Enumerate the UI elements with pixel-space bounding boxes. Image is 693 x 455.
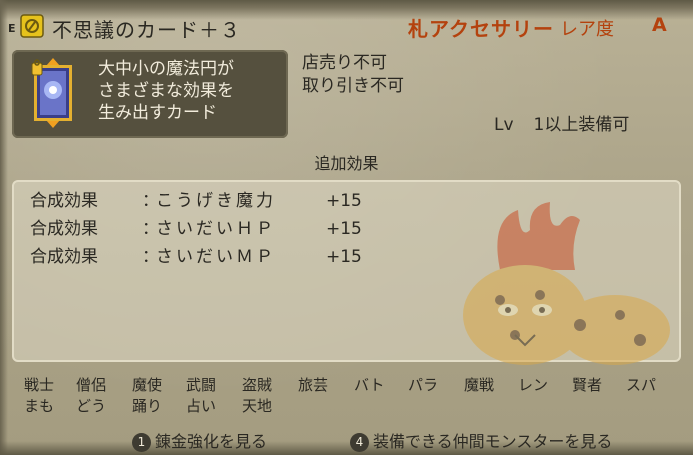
description-line: 生み出すカード [98, 103, 217, 123]
effect-value: +15 [326, 247, 362, 267]
item-name: 不思議のカード＋３ [52, 18, 241, 42]
view-alchemy-button[interactable]: 1 錬金強化を見る [132, 428, 267, 452]
effect-label: 合成効果 [30, 191, 98, 211]
job-label: 天地 [242, 397, 273, 415]
job-label: 魔使 [132, 376, 163, 394]
effect-name: こうげき魔力 [156, 191, 276, 211]
job-label: スパ [626, 376, 657, 394]
job-label: まも [24, 397, 55, 415]
trade-status: 取り引き不可 [302, 76, 404, 96]
button-1-icon: 1 [132, 433, 151, 452]
description-line: さまざまな効果を [98, 81, 234, 101]
job-label: 盗賊 [242, 376, 273, 394]
accessory-ring-icon [20, 14, 44, 38]
job-label: 旅芸 [298, 376, 329, 394]
effect-row: 合成効果 ：こうげき魔力 +15 [30, 186, 362, 211]
job-label: 武闘 [186, 376, 217, 394]
lv-label: Lv [494, 115, 514, 135]
effect-label: 合成効果 [30, 247, 98, 267]
job-label: パラ [408, 376, 439, 394]
job-label: バト [354, 376, 385, 394]
job-label: レン [518, 376, 549, 394]
jobs-row: まも どう 踊り 占い 天地 [14, 395, 684, 416]
frame-left [0, 0, 8, 455]
effect-row: 合成効果 ：さいだいＨＰ +15 [30, 214, 362, 239]
effect-value: +15 [326, 219, 362, 239]
effect-value: +15 [326, 191, 362, 211]
extra-effects-title: 追加効果 [314, 154, 379, 173]
job-label: 占い [186, 397, 217, 415]
shop-sell-status: 店売り不可 [302, 53, 387, 73]
job-label: 戦士 [24, 376, 55, 394]
monster-illustration [463, 202, 670, 365]
job-label: 僧侶 [76, 376, 107, 394]
level-requirement: 1以上装備可 [533, 115, 630, 135]
job-label: 魔戦 [464, 376, 495, 394]
trade-info: 店売り不可 取り引き不可 [302, 52, 404, 98]
effect-label: 合成効果 [30, 219, 98, 239]
equippable-jobs: 戦士 僧侶 魔使 武闘 盗賊 旅芸 バト パラ 魔戦 レン 賢者 スパ まも ど… [14, 374, 684, 416]
job-label: どう [76, 397, 107, 415]
button-4-icon: 4 [350, 433, 369, 452]
card-description: 大中小の魔法円が さまざまな効果を 生み出すカード [98, 58, 284, 124]
effect-colon: ： [142, 191, 159, 211]
rarity-grade: A [652, 14, 667, 36]
view-alchemy-label: 錬金強化を見る [155, 432, 268, 451]
effect-name: さいだいＭＰ [156, 247, 276, 267]
view-monsters-button[interactable]: 4 装備できる仲間モンスターを見る [350, 428, 612, 452]
rarity-label: レア度 [560, 19, 614, 40]
effect-colon: ： [142, 219, 159, 239]
description-line: 大中小の魔法円が [98, 59, 234, 79]
card-icon [31, 58, 72, 128]
equipped-marker: E [8, 22, 16, 35]
jobs-row: 戦士 僧侶 魔使 武闘 盗賊 旅芸 バト パラ 魔戦 レン 賢者 スパ [14, 374, 684, 395]
effect-name: さいだいＨＰ [156, 219, 276, 239]
effect-row: 合成効果 ：さいだいＭＰ +15 [30, 242, 362, 267]
view-monsters-label: 装備できる仲間モンスターを見る [373, 432, 613, 451]
item-category: 札アクセサリー [408, 17, 554, 41]
effect-colon: ： [142, 247, 159, 267]
job-label: 賢者 [572, 376, 603, 394]
equip-level: Lv 1以上装備可 [494, 110, 629, 135]
job-label: 踊り [132, 397, 163, 415]
